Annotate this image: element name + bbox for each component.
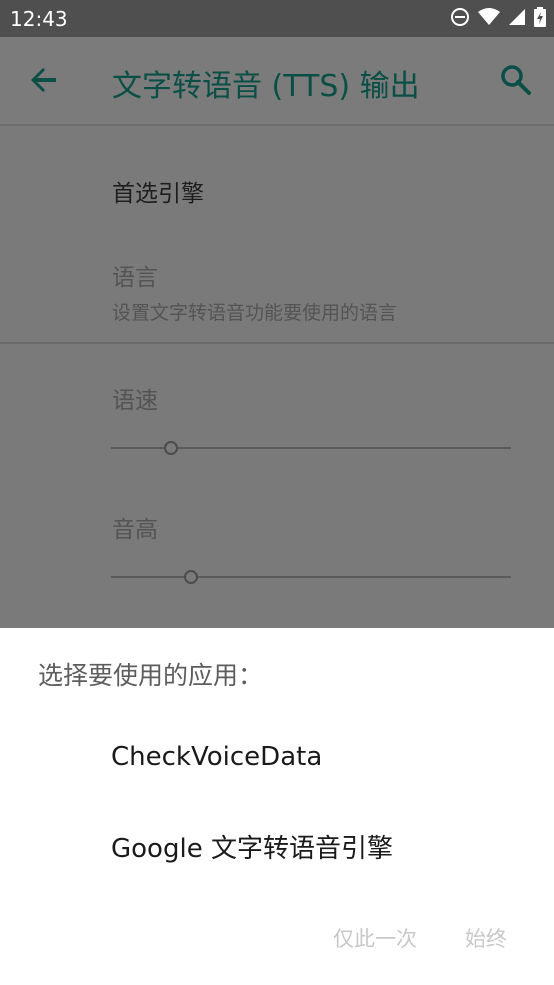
- language-label: 语言: [112, 265, 158, 291]
- always-button[interactable]: 始终: [465, 923, 507, 953]
- app-option-checkvoicedata[interactable]: CheckVoiceData: [111, 742, 322, 772]
- slider-thumb[interactable]: [184, 570, 198, 584]
- speech-rate-slider[interactable]: [111, 438, 511, 458]
- pitch-label: 音高: [112, 517, 158, 543]
- app-toolbar: 文字转语音 (TTS) 输出: [0, 37, 554, 126]
- battery-icon: [534, 7, 546, 27]
- app-option-google-tts[interactable]: Google 文字转语音引擎: [111, 828, 393, 865]
- language-item[interactable]: 语言 设置文字转语音功能要使用的语言: [112, 258, 397, 325]
- app-chooser-sheet: 选择要使用的应用： CheckVoiceData Google 文字转语音引擎 …: [0, 628, 554, 985]
- wifi-icon: [478, 8, 500, 25]
- chooser-prompt: 选择要使用的应用：: [38, 661, 264, 690]
- language-summary: 设置文字转语音功能要使用的语言: [112, 302, 398, 324]
- page-title: 文字转语音 (TTS) 输出: [112, 69, 420, 104]
- speech-rate-label: 语速: [112, 388, 158, 414]
- preferred-engine-label: 首选引擎: [112, 181, 204, 207]
- search-icon[interactable]: [498, 62, 534, 98]
- speech-rate-item: 语速: [112, 381, 158, 415]
- slider-track: [111, 576, 511, 578]
- preferred-engine-item[interactable]: 首选引擎: [112, 174, 204, 208]
- pitch-slider[interactable]: [111, 567, 511, 587]
- cell-signal-icon: [509, 9, 525, 25]
- status-time: 12:43: [10, 7, 68, 31]
- slider-thumb[interactable]: [164, 441, 178, 455]
- just-once-button[interactable]: 仅此一次: [333, 923, 417, 953]
- pitch-item: 音高: [112, 510, 158, 544]
- back-arrow-icon[interactable]: [26, 62, 62, 98]
- status-bar: 12:43: [0, 0, 554, 37]
- section-divider: [0, 342, 554, 344]
- status-icons: [450, 7, 546, 27]
- do-not-disturb-icon: [451, 8, 469, 26]
